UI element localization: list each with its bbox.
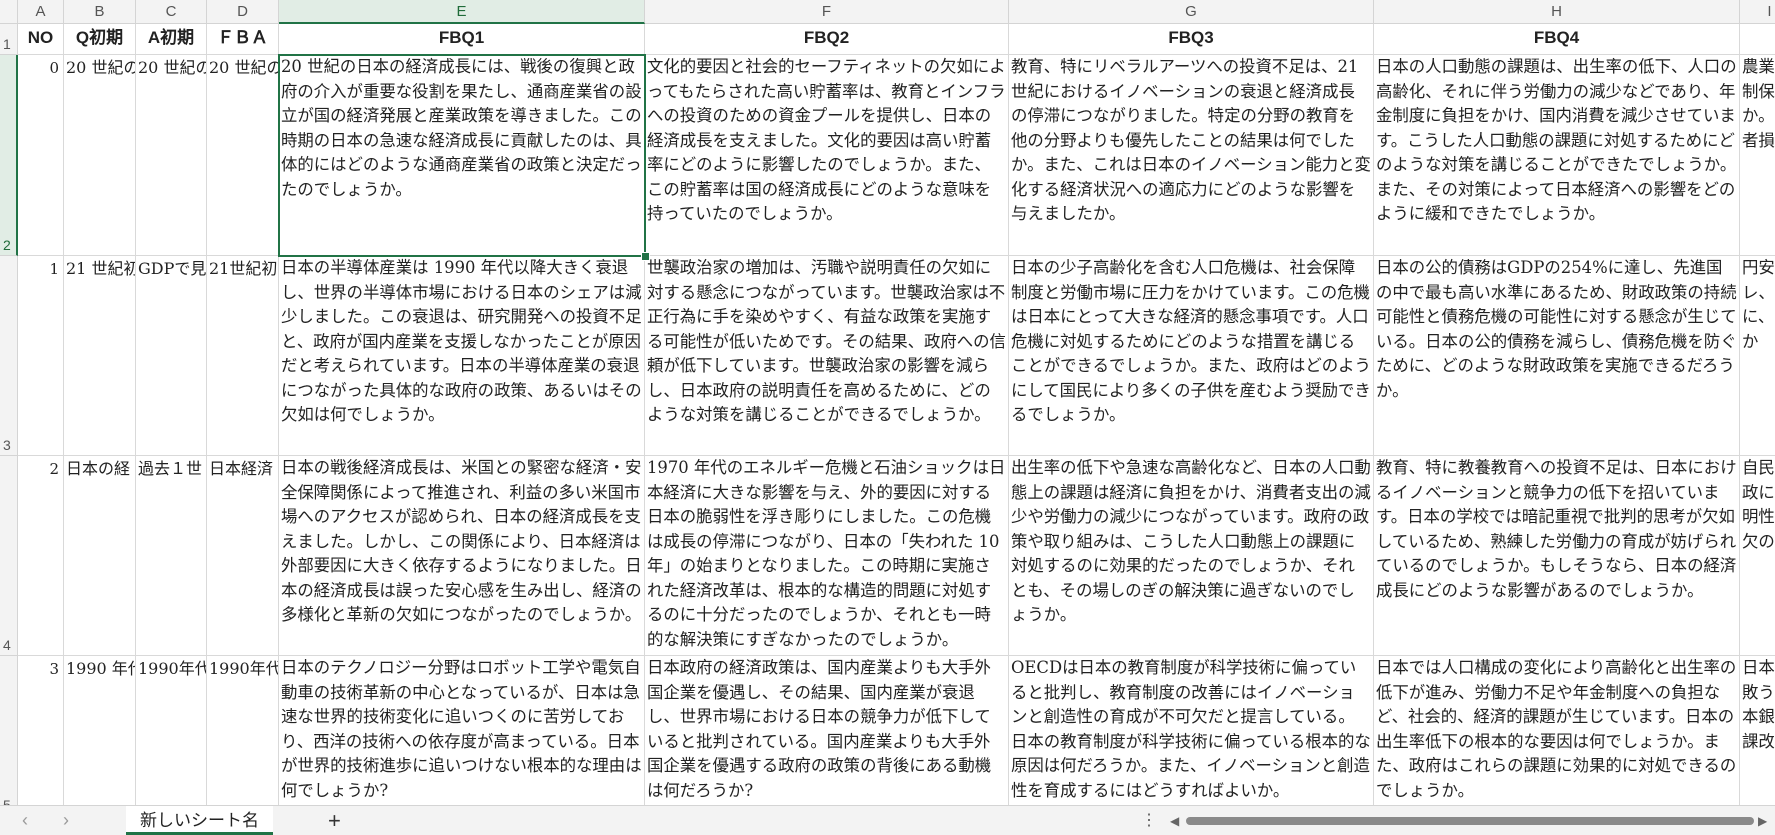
cell-fbq1[interactable]: 日本のテクノロジー分野はロボット工学や電気自動車の技術革新の中心となっているが、… [279, 656, 645, 805]
cell-q-initial[interactable]: 日本の経 [64, 456, 136, 656]
header-cell-a-initial[interactable]: A初期 [136, 24, 207, 55]
row-header-4[interactable]: 4 [0, 456, 18, 656]
header-cell-fbq2[interactable]: FBQ2 [645, 24, 1009, 55]
scroll-left-icon[interactable]: ◀ [1170, 815, 1179, 827]
cell-q-initial[interactable]: 21 世紀初 [64, 256, 136, 456]
cell-fbq1[interactable]: 20 世紀の日本の経済成長には、戦後の復興と政府の介入が重要な役割を果たし、通商… [279, 55, 645, 256]
horizontal-scrollbar[interactable]: ◀ ▶ [1170, 815, 1770, 827]
select-all-corner[interactable] [0, 0, 18, 24]
scroll-right-icon[interactable]: ▶ [1758, 815, 1767, 827]
row-header-3[interactable]: 3 [0, 256, 18, 456]
column-header-b[interactable]: B [64, 0, 136, 24]
header-cell-fbq4[interactable]: FBQ4 [1374, 24, 1740, 55]
cell-i[interactable]: 日本失敗うな本銀の課改善 [1740, 656, 1775, 805]
cell-fbq2[interactable]: 世襲政治家の増加は、汚職や説明責任の欠如に対する懸念につながっています。世襲政治… [645, 256, 1009, 456]
cell-fbq3[interactable]: 教育、特にリベラルアーツへの投資不足は、21 世紀におけるイノベーションの衰退と… [1009, 55, 1374, 256]
cell-q-initial[interactable]: 1990 年代 [64, 656, 136, 805]
cell-fbq2[interactable]: 文化的要因と社会的セーフティネットの欠如によってもたらされた高い貯蓄率は、教育と… [645, 55, 1009, 256]
cell-q-initial[interactable]: 20 世紀の [64, 55, 136, 256]
cell-no[interactable]: 3 [18, 656, 64, 805]
cell-fba[interactable]: 21世紀初 [207, 256, 279, 456]
add-sheet-icon[interactable]: + [328, 808, 341, 834]
scrollbar-thumb[interactable] [1186, 817, 1754, 825]
row-header-2[interactable]: 2 [0, 55, 18, 256]
cell-fbq4[interactable]: 日本では人口構成の変化により高齢化と出生率の低下が進み、労働力不足や年金制度への… [1374, 656, 1740, 805]
cell-i[interactable]: 農業抑制保護か。係者損害 [1740, 55, 1775, 256]
header-cell-fbq1[interactable]: FBQ1 [279, 24, 645, 55]
header-cell-fbq3[interactable]: FBQ3 [1009, 24, 1374, 55]
cell-i[interactable]: 自民の政に対明性の欠のよ [1740, 456, 1775, 656]
row-header-1[interactable]: 1 [0, 24, 18, 55]
header-cell-no[interactable]: NO [18, 24, 64, 55]
cell-fbq2[interactable]: 日本政府の経済政策は、国内産業よりも大手外国企業を優遇し、その結果、国内産業が衰… [645, 656, 1009, 805]
cell-fba[interactable]: 20 世紀の [207, 55, 279, 256]
cell-fbq1[interactable]: 日本の戦後経済成長は、米国との緊密な経済・安全保障関係によって推進され、利益の多… [279, 456, 645, 656]
header-cell-i[interactable] [1740, 24, 1775, 55]
cell-fbq1[interactable]: 日本の半導体産業は 1990 年代以降大きく衰退し、世界の半導体市場における日本… [279, 256, 645, 456]
header-cell-fba[interactable]: ＦＢＡ [207, 24, 279, 55]
sheet-tab-bar: ‹ › 新しいシート名 + ⋮ ◀ ▶ [0, 805, 1775, 835]
cell-fbq3[interactable]: 日本の少子高齢化を含む人口危機は、社会保障制度と労働市場に圧力をかけています。こ… [1009, 256, 1374, 456]
cell-fbq4[interactable]: 教育、特に教養教育への投資不足は、日本におけるイノベーションと競争力の低下を招い… [1374, 456, 1740, 656]
more-options-icon[interactable]: ⋮ [1141, 810, 1157, 830]
column-header-c[interactable]: C [136, 0, 207, 24]
cell-fbq2[interactable]: 1970 年代のエネルギー危機と石油ショックは日本経済に大きな影響を与え、外的要… [645, 456, 1009, 656]
header-cell-q-initial[interactable]: Q初期 [64, 24, 136, 55]
row-header-5[interactable]: 5 [0, 656, 18, 805]
cell-fbq4[interactable]: 日本の人口動態の課題は、出生率の低下、人口の高齢化、それに伴う労働力の減少などで… [1374, 55, 1740, 256]
column-header-e[interactable]: E [279, 0, 645, 24]
spreadsheet-grid[interactable]: A B C D E F G H I 1 2 3 4 5 NO Q初期 A初期 Ｆ… [0, 0, 1775, 805]
cell-i[interactable]: 円安レ、に、うか [1740, 256, 1775, 456]
cell-a-initial[interactable]: 1990年代 [136, 656, 207, 805]
cell-a-initial[interactable]: 20 世紀の [136, 55, 207, 256]
cell-a-initial[interactable]: 過去１世 [136, 456, 207, 656]
cell-fbq4[interactable]: 日本の公的債務はGDPの254%に達し、先進国の中で最も高い水準にあるため、財政… [1374, 256, 1740, 456]
cell-no[interactable]: 2 [18, 456, 64, 656]
column-header-i[interactable]: I [1740, 0, 1775, 24]
cell-no[interactable]: 1 [18, 256, 64, 456]
cell-a-initial[interactable]: GDPで見 [136, 256, 207, 456]
cell-fba[interactable]: 日本経済 [207, 456, 279, 656]
cell-fbq3[interactable]: 出生率の低下や急速な高齢化など、日本の人口動態上の課題は経済に負担をかけ、消費者… [1009, 456, 1374, 656]
fill-handle[interactable] [641, 252, 650, 261]
column-header-d[interactable]: D [207, 0, 279, 24]
prev-sheet-icon[interactable]: ‹ [14, 810, 36, 830]
column-header-a[interactable]: A [18, 0, 64, 24]
column-header-g[interactable]: G [1009, 0, 1374, 24]
cell-fba[interactable]: 1990年代 [207, 656, 279, 805]
column-header-f[interactable]: F [645, 0, 1009, 24]
sheet-tab-active[interactable]: 新しいシート名 [126, 806, 273, 835]
next-sheet-icon[interactable]: › [55, 810, 77, 830]
cell-fbq3[interactable]: OECDは日本の教育制度が科学技術に偏っていると批判し、教育制度の改善にはイノベ… [1009, 656, 1374, 805]
column-header-h[interactable]: H [1374, 0, 1740, 24]
cell-no[interactable]: 0 [18, 55, 64, 256]
